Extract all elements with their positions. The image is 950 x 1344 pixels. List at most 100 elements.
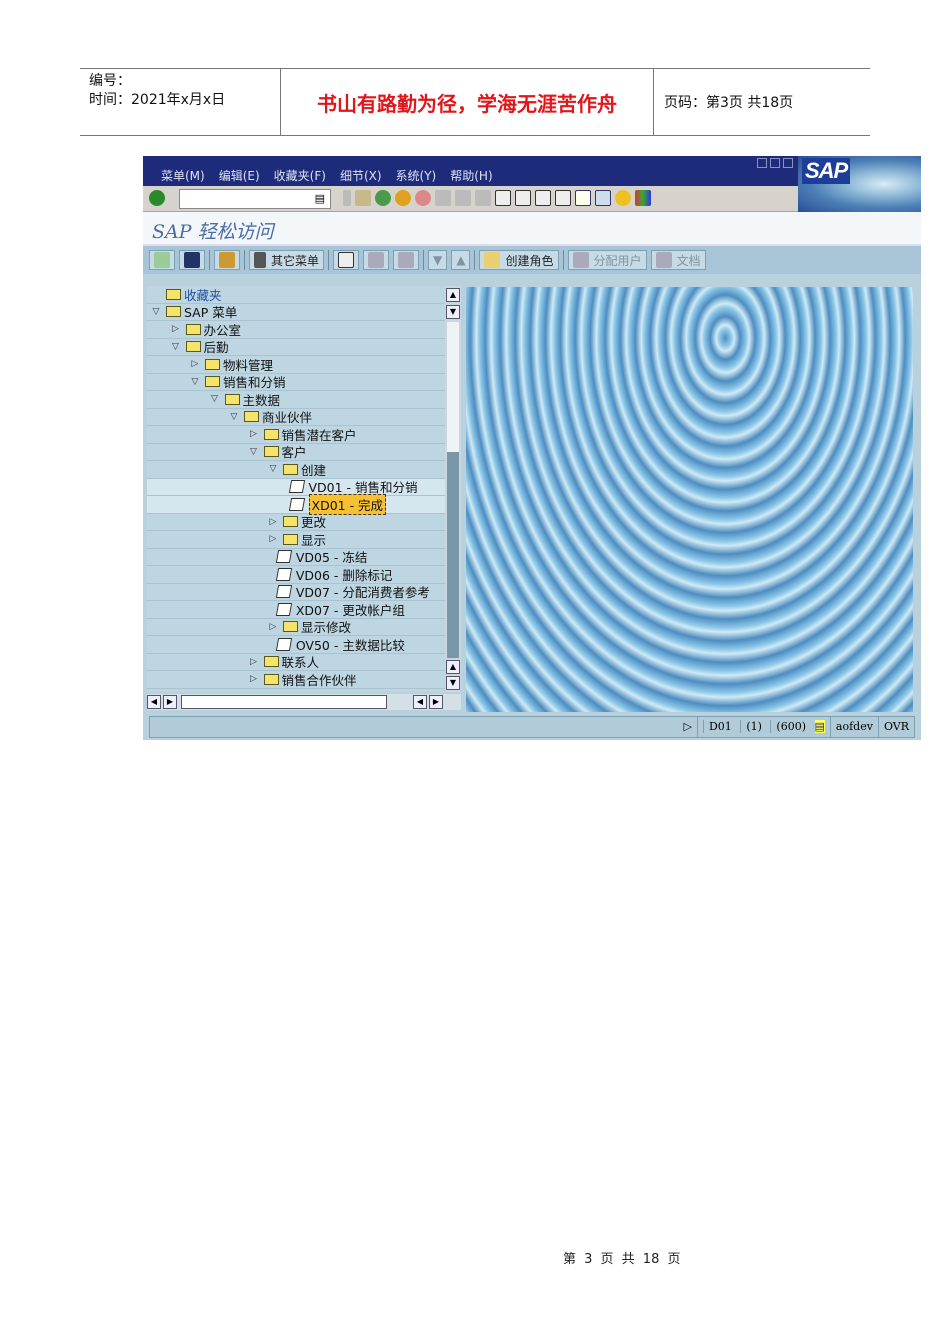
tree-vertical-scrollbar[interactable]: ▲ ▼ ▲ ▼ [445, 286, 461, 692]
tree-node-label: OV50 - 主数据比较 [295, 637, 405, 653]
save-icon[interactable] [355, 190, 371, 206]
collapsed-triangle-icon[interactable]: ▷ [171, 324, 181, 334]
documentation-button[interactable]: 文档 [650, 250, 706, 270]
application-toolbar: 其它菜单 ▼ ▲ 创建角色 分配用户 文档 [143, 244, 921, 274]
tree-node[interactable]: ▷ 显示 [147, 531, 445, 549]
assign-user-button[interactable]: 分配用户 [567, 250, 647, 270]
exit-icon[interactable] [395, 190, 411, 206]
find-icon[interactable] [455, 190, 471, 206]
menu-item[interactable]: 编辑(E) [219, 167, 260, 184]
menu-item[interactable]: 收藏夹(F) [274, 167, 326, 184]
hscroll-thumb[interactable] [181, 695, 387, 709]
collapsed-triangle-icon[interactable]: ▷ [268, 517, 278, 527]
tree-horizontal-scrollbar[interactable]: ◀ ▶ ◀ ▶ [147, 694, 461, 710]
close-icon[interactable] [783, 158, 793, 168]
user-menu-button[interactable] [149, 250, 175, 270]
change-favorite-button[interactable] [393, 250, 420, 270]
tree-node[interactable]: ▽ 客户 [147, 444, 445, 461]
number-label: 编号： [89, 73, 131, 89]
first-page-icon[interactable] [495, 190, 511, 206]
help-icon[interactable] [615, 190, 631, 206]
collapsed-triangle-icon[interactable]: ▷ [268, 534, 278, 544]
layout-icon[interactable] [635, 190, 651, 206]
transaction-icon [275, 585, 292, 599]
scroll-up-icon[interactable]: ▲ [446, 288, 460, 302]
other-menu-button[interactable]: 其它菜单 [249, 250, 325, 270]
collapsed-triangle-icon[interactable]: ▷ [190, 359, 200, 369]
shortcut-icon[interactable] [595, 190, 611, 206]
tree-node[interactable]: ▷ 物料管理 [147, 356, 445, 374]
tree-node[interactable]: ▷ 销售潜在客户 [147, 426, 445, 444]
sap-menu-button[interactable] [179, 250, 205, 270]
tree-node[interactable]: ▽ 后勤 [147, 339, 445, 356]
scroll-down-icon[interactable]: ▼ [446, 676, 460, 690]
expanded-triangle-icon[interactable]: ▽ [151, 307, 161, 317]
status-list-icon[interactable]: ▤ [814, 720, 825, 733]
assign-user-label: 分配用户 [593, 253, 642, 268]
collapsed-triangle-icon[interactable]: ▷ [249, 657, 259, 667]
expanded-triangle-icon[interactable]: ▽ [190, 377, 200, 387]
tree-node[interactable]: VD06 - 删除标记 [147, 566, 445, 584]
collapsed-triangle-icon[interactable]: ▷ [249, 429, 259, 439]
tree-node[interactable]: 收藏夹 [147, 286, 445, 304]
delete-favorite-button[interactable] [363, 250, 390, 270]
scroll-thumb[interactable] [447, 322, 459, 452]
restore-icon[interactable] [770, 158, 780, 168]
find-next-icon[interactable] [475, 190, 491, 206]
pencil-icon [398, 252, 415, 268]
last-page-icon[interactable] [555, 190, 571, 206]
print-icon[interactable] [435, 190, 451, 206]
tree-node[interactable]: ▷ 显示修改 [147, 619, 445, 636]
favorites-button[interactable] [214, 250, 240, 270]
tree-node[interactable]: ▷ 更改 [147, 514, 445, 531]
scroll-right-icon[interactable]: ▶ [429, 695, 443, 709]
expanded-triangle-icon[interactable]: ▽ [268, 464, 278, 474]
new-session-icon[interactable] [575, 190, 591, 206]
tree-node[interactable]: VD05 - 冻结 [147, 549, 445, 566]
back-arrow-icon[interactable] [343, 190, 351, 206]
tree-node[interactable]: VD07 - 分配消费者参考 [147, 584, 445, 601]
menu-item[interactable]: 菜单(M) [161, 167, 205, 184]
scroll-up-icon[interactable]: ▲ [446, 660, 460, 674]
minimize-icon[interactable] [757, 158, 767, 168]
enter-check-icon[interactable] [149, 190, 165, 206]
scroll-down-icon[interactable]: ▼ [446, 305, 460, 319]
tree-node[interactable]: ▽ SAP 菜单 [147, 304, 445, 321]
command-field[interactable]: ▤ [179, 189, 331, 209]
tree-node[interactable]: OV50 - 主数据比较 [147, 636, 445, 654]
tree-node[interactable]: ▽ 销售和分销 [147, 374, 445, 391]
move-down-button[interactable]: ▼ [428, 250, 448, 270]
expanded-triangle-icon[interactable]: ▽ [171, 342, 181, 352]
scroll-left-icon[interactable]: ◀ [147, 695, 161, 709]
status-expand-icon[interactable]: ▷ [679, 717, 697, 737]
tree-node[interactable]: ▽ 商业伙伴 [147, 409, 445, 426]
menu-item[interactable]: 帮助(H) [450, 167, 492, 184]
tree-node[interactable]: ▷ 办公室 [147, 321, 445, 339]
collapsed-triangle-icon[interactable]: ▷ [268, 622, 278, 632]
collapsed-triangle-icon[interactable]: ▷ [249, 674, 259, 684]
menu-item[interactable]: 细节(X) [340, 167, 382, 184]
back-icon[interactable] [375, 190, 391, 206]
prev-page-icon[interactable] [515, 190, 531, 206]
expanded-triangle-icon[interactable]: ▽ [249, 447, 259, 457]
cancel-icon[interactable] [415, 190, 431, 206]
expanded-triangle-icon[interactable]: ▽ [210, 394, 220, 404]
tree-node[interactable]: ▽ 主数据 [147, 391, 445, 409]
dropdown-icon[interactable]: ▤ [315, 192, 325, 205]
scroll-track[interactable] [447, 452, 459, 658]
tree-node[interactable]: ▷ 联系人 [147, 654, 445, 671]
tree-node[interactable]: XD01 - 完成 [147, 493, 445, 515]
tree-node[interactable]: VD01 - 销售和分销 [147, 478, 445, 496]
scroll-left-icon[interactable]: ◀ [413, 695, 427, 709]
tree-node[interactable]: ▷ 销售合作伙伴 [147, 671, 445, 689]
expanded-triangle-icon[interactable]: ▽ [229, 412, 239, 422]
folder-icon [263, 656, 279, 668]
tree-node[interactable]: XD07 - 更改帐户组 [147, 601, 445, 619]
add-favorite-button[interactable] [333, 250, 360, 270]
next-page-icon[interactable] [535, 190, 551, 206]
menu-item[interactable]: 系统(Y) [396, 167, 437, 184]
tree-node[interactable]: ▽ 创建 [147, 461, 445, 479]
move-up-button[interactable]: ▲ [451, 250, 471, 270]
scroll-right-icon[interactable]: ▶ [163, 695, 177, 709]
create-role-button[interactable]: 创建角色 [479, 250, 559, 270]
